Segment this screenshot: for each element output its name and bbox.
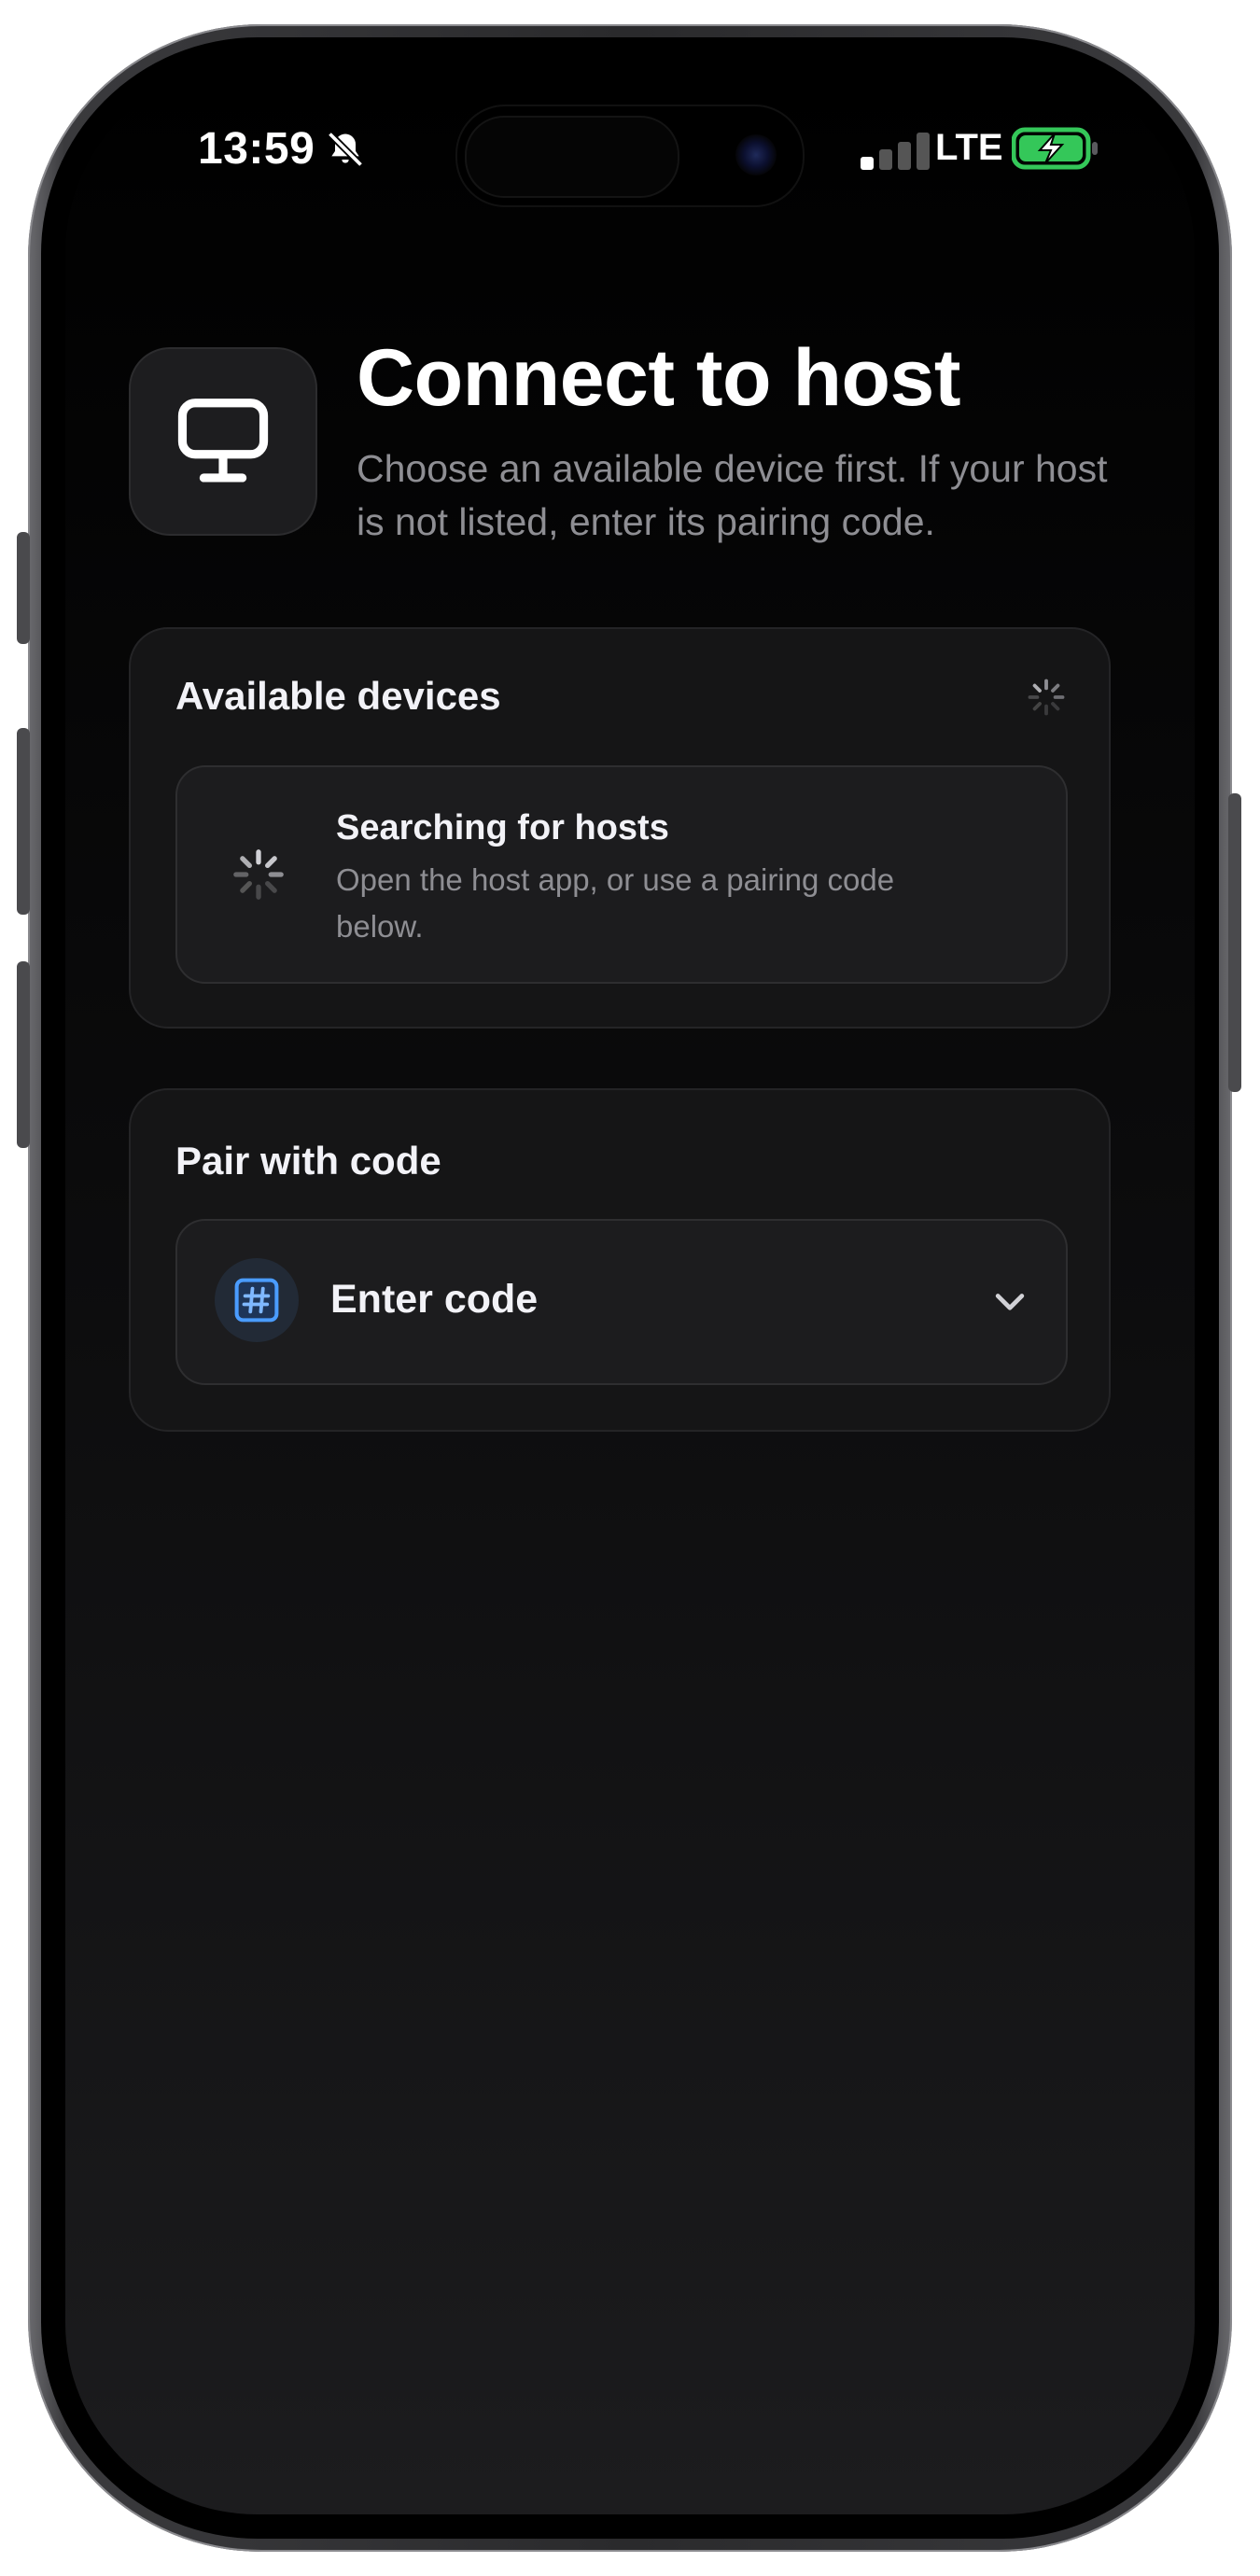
status-time: 13:59 — [198, 124, 315, 174]
hash-icon — [234, 1278, 279, 1323]
volume-up-button — [17, 728, 30, 915]
battery-charging-icon — [1012, 127, 1098, 170]
front-camera-icon — [735, 134, 777, 175]
code-badge — [215, 1258, 299, 1342]
page-subtitle: Choose an available device first. If you… — [357, 447, 1108, 543]
network-type: LTE — [935, 127, 1003, 168]
volume-down-button — [17, 961, 30, 1148]
loading-spinner-icon — [233, 849, 284, 900]
chevron-down-icon — [995, 1294, 1025, 1310]
action-button — [17, 532, 30, 644]
available-devices-card: Available devices Searching for hosts Op… — [129, 627, 1111, 1029]
page-title: Connect to host — [357, 333, 961, 423]
screen: 13:59 LTE Connect to host Choose an avai… — [65, 62, 1195, 2514]
pair-with-code-card: Pair with code Enter code — [129, 1088, 1111, 1432]
searching-title: Searching for hosts — [336, 808, 669, 847]
cellular-signal-icon — [861, 133, 930, 170]
dynamic-island — [455, 105, 805, 207]
searching-subtitle: Open the host app, or use a pairing code… — [336, 862, 895, 944]
enter-code-label: Enter code — [330, 1277, 539, 1322]
monitor-icon — [177, 399, 269, 483]
available-devices-title: Available devices — [175, 674, 501, 718]
searching-status-panel: Searching for hosts Open the host app, o… — [175, 765, 1068, 984]
enter-code-dropdown[interactable]: Enter code — [175, 1219, 1068, 1385]
loading-spinner-icon — [1028, 679, 1065, 716]
monitor-app-icon — [129, 347, 317, 536]
power-button — [1228, 793, 1241, 1092]
bell-slash-icon — [327, 131, 364, 168]
pair-with-code-title: Pair with code — [175, 1139, 441, 1183]
